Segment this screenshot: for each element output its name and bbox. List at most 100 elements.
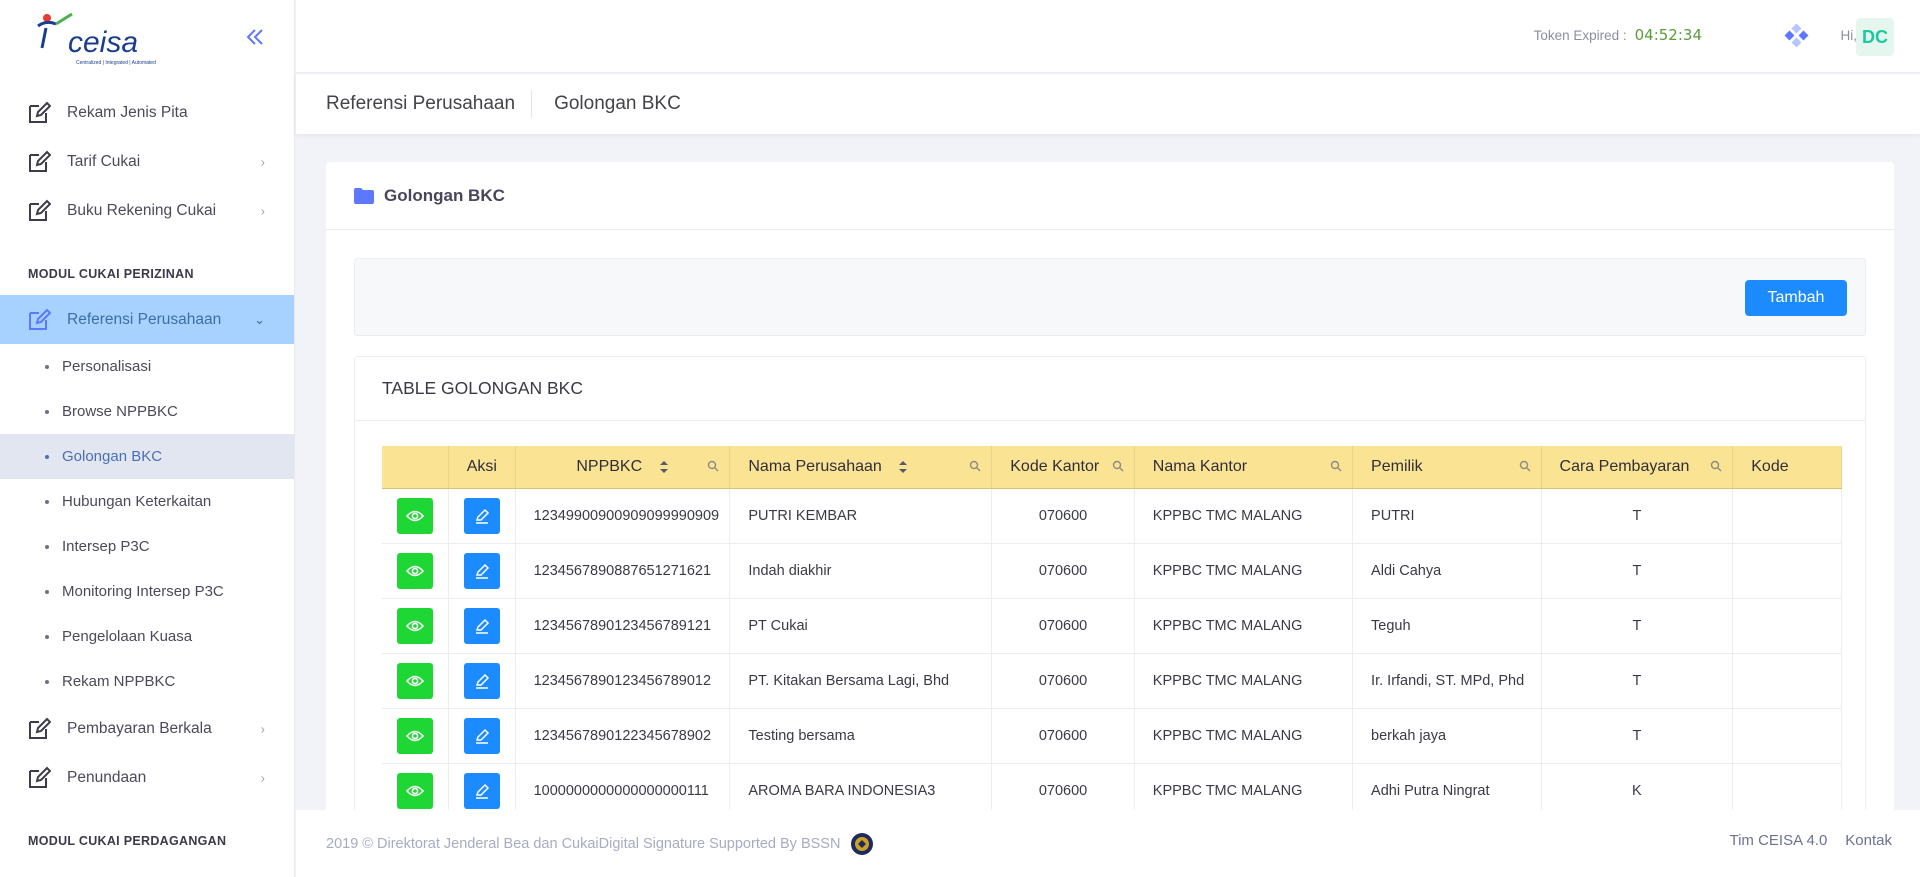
sidebar-subitem-golongan-bkc[interactable]: Golongan BKC xyxy=(0,434,294,479)
token-label: Token Expired : xyxy=(1533,28,1627,43)
sidebar-item-label: Referensi Perusahaan xyxy=(67,310,222,328)
search-icon[interactable] xyxy=(707,460,719,472)
main-portlet: Golongan BKC Tambah TABLE GOLONGAN BKC A… xyxy=(326,162,1894,876)
column-header-kode-kantor[interactable]: Kode Kantor xyxy=(991,446,1135,489)
footer-link-contact[interactable]: Kontak xyxy=(1845,832,1892,849)
token-countdown: 04:52:34 xyxy=(1634,26,1702,44)
sidebar-item-referensi-perusahaan[interactable]: Referensi Perusahaan ⌄ xyxy=(0,295,294,344)
cell-kode xyxy=(1732,653,1842,709)
view-button[interactable] xyxy=(397,607,433,644)
view-button[interactable] xyxy=(397,497,433,534)
eye-icon xyxy=(406,565,424,576)
subheader: Referensi Perusahaan Golongan BKC xyxy=(296,74,1920,134)
sidebar-item-label: Tarif Cukai xyxy=(67,152,141,170)
cell-nama-kantor: KPPBC TMC MALANG xyxy=(1134,488,1354,544)
edit-button[interactable] xyxy=(463,717,500,754)
edit-icon xyxy=(27,765,53,791)
sidebar-item-penundaan[interactable]: Penundaan › xyxy=(0,753,294,802)
footer-copyright: 2019 © Direktorat Jenderal Bea dan Cukai… xyxy=(326,835,841,852)
search-icon[interactable] xyxy=(1710,460,1722,472)
view-button[interactable] xyxy=(397,772,433,809)
sidebar-subitem-monitoring-intersep-p3c[interactable]: Monitoring Intersep P3C xyxy=(0,569,294,614)
avatar[interactable]: DC xyxy=(1856,18,1894,56)
sidebar-item-label: Buku Rekening Cukai xyxy=(67,201,217,219)
section-heading-perdagangan: MODUL CUKAI PERDAGANGAN xyxy=(28,834,227,848)
cell-nama-kantor: KPPBC TMC MALANG xyxy=(1134,543,1354,599)
greeting-text: Hi, xyxy=(1840,28,1858,43)
view-button[interactable] xyxy=(397,717,433,754)
pencil-icon xyxy=(475,563,489,579)
column-header-kode[interactable]: Kode xyxy=(1732,446,1842,489)
column-header-cara-pembayaran[interactable]: Cara Pembayaran xyxy=(1541,446,1734,489)
edit-button[interactable] xyxy=(463,662,500,699)
column-header-nama-kantor[interactable]: Nama Kantor xyxy=(1134,446,1354,489)
cell-kode xyxy=(1732,708,1842,764)
sidebar-item-pembayaran-berkala[interactable]: Pembayaran Berkala › xyxy=(0,704,294,753)
sidebar-subitem-browse-nppbkc[interactable]: Browse NPPBKC xyxy=(0,389,294,434)
sidebar-subitem-intersep-p3c[interactable]: Intersep P3C xyxy=(0,524,294,569)
edit-cell xyxy=(448,598,516,654)
edit-button[interactable] xyxy=(463,497,500,534)
view-cell xyxy=(382,598,450,654)
cell-pemilik: Aldi Cahya xyxy=(1352,543,1542,599)
view-cell xyxy=(382,543,450,599)
edit-button[interactable] xyxy=(463,607,500,644)
sort-icon[interactable] xyxy=(659,460,669,474)
search-icon[interactable] xyxy=(1519,460,1531,472)
sidebar-item-label: Pembayaran Berkala xyxy=(67,719,212,737)
cell-cara-pembayaran: T xyxy=(1541,543,1734,599)
edit-icon xyxy=(27,149,53,175)
search-icon[interactable] xyxy=(1112,460,1124,472)
svg-text:ceisa: ceisa xyxy=(68,26,138,59)
sidebar-subitem-personalisasi[interactable]: Personalisasi xyxy=(0,344,294,389)
cell-nama-perusahaan: PT Cukai xyxy=(729,598,993,654)
sidebar-subitem-rekam-nppbkc[interactable]: Rekam NPPBKC xyxy=(0,659,294,704)
table-scroll-area[interactable]: Aksi NPPBKC Nama Perusahaan Kode Kantor … xyxy=(382,446,1842,866)
edit-button[interactable] xyxy=(463,552,500,589)
sort-icon[interactable] xyxy=(898,460,908,474)
column-header-pemilik[interactable]: Pemilik xyxy=(1352,446,1542,489)
svg-text:Centralized | Integrated | Aut: Centralized | Integrated | Automated xyxy=(76,60,156,66)
column-header-nama-perusahaan[interactable]: Nama Perusahaan xyxy=(729,446,993,489)
sidebar-subitem-pengelolaan-kuasa[interactable]: Pengelolaan Kuasa xyxy=(0,614,294,659)
cell-nama-kantor: KPPBC TMC MALANG xyxy=(1134,708,1354,764)
edit-cell xyxy=(448,708,516,764)
table-title: TABLE GOLONGAN BKC xyxy=(355,357,1865,421)
eye-icon xyxy=(406,785,424,796)
table-card: TABLE GOLONGAN BKC Aksi NPPBKC Nama Peru… xyxy=(354,356,1866,876)
cell-nppbkc: 1234567890122345678902 xyxy=(515,708,731,764)
eye-icon xyxy=(406,510,424,521)
sidebar-subitem-hubungan-keterkaitan[interactable]: Hubungan Keterkaitan xyxy=(0,479,294,524)
sidebar-item-buku-rekening-cukai[interactable]: Buku Rekening Cukai › xyxy=(0,186,294,235)
table-header-row: Aksi NPPBKC Nama Perusahaan Kode Kantor … xyxy=(382,446,1842,489)
cell-nama-kantor: KPPBC TMC MALANG xyxy=(1134,653,1354,709)
view-button[interactable] xyxy=(397,662,433,699)
edit-cell xyxy=(448,543,516,599)
column-header-aksi: Aksi xyxy=(448,446,516,489)
cell-kode-kantor: 070600 xyxy=(991,653,1135,709)
column-header-nppbkc[interactable]: NPPBKC xyxy=(515,446,731,489)
edit-button[interactable] xyxy=(463,772,500,809)
apps-icon[interactable] xyxy=(1782,22,1810,50)
collapse-sidebar-button[interactable] xyxy=(240,24,270,50)
search-icon[interactable] xyxy=(1330,460,1342,472)
search-icon[interactable] xyxy=(969,460,981,472)
table-row: 1234567890887651271621 Indah diakhir 07060… xyxy=(382,543,1842,599)
sidebar-item-rekam-jenis-pita[interactable]: Rekam Jenis Pita xyxy=(0,88,294,137)
view-button[interactable] xyxy=(397,552,433,589)
folder-icon xyxy=(354,187,374,204)
column-header-select xyxy=(382,446,450,489)
footer-link-team[interactable]: Tim CEISA 4.0 xyxy=(1729,832,1827,849)
column-header-label: Pemilik xyxy=(1371,457,1423,475)
chevron-right-icon: › xyxy=(260,721,265,736)
ceisa-logo[interactable]: ceisa Centralized | Integrated | Automat… xyxy=(32,8,180,68)
cell-kode xyxy=(1732,488,1842,544)
add-button[interactable]: Tambah xyxy=(1745,280,1847,316)
breadcrumb: Golongan BKC xyxy=(554,93,681,114)
edit-icon xyxy=(27,100,53,126)
section-heading-perizinan: MODUL CUKAI PERIZINAN xyxy=(28,267,194,281)
pencil-icon xyxy=(475,783,489,799)
footer-links: Tim CEISA 4.0 Kontak xyxy=(1729,832,1892,849)
cell-kode xyxy=(1732,598,1842,654)
sidebar-item-tarif-cukai[interactable]: Tarif Cukai › xyxy=(0,137,294,186)
